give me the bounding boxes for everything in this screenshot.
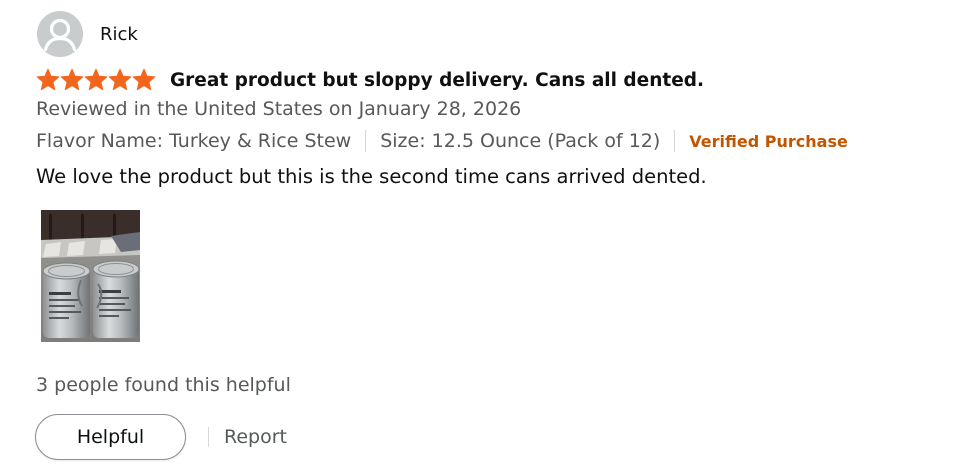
- star-icon: [132, 68, 156, 91]
- review-title-row: Great product but sloppy delivery. Cans …: [36, 67, 704, 93]
- size-value: Size: 12.5 Ounce (Pack of 12): [380, 130, 661, 152]
- format-separator: [674, 130, 676, 152]
- review-image-thumbnail[interactable]: [41, 210, 140, 342]
- reviewer-profile[interactable]: Rick: [37, 11, 138, 57]
- verified-purchase-badge: Verified Purchase: [689, 131, 848, 151]
- review-body: We love the product but this is the seco…: [36, 165, 707, 188]
- helpful-count: 3 people found this helpful: [36, 374, 291, 396]
- reviewer-name[interactable]: Rick: [100, 24, 138, 45]
- review-title[interactable]: Great product but sloppy delivery. Cans …: [170, 70, 704, 91]
- format-separator: [365, 130, 367, 152]
- star-icon: [36, 68, 60, 91]
- action-separator: [208, 427, 209, 447]
- review-actions: Helpful Report: [35, 414, 287, 460]
- avatar[interactable]: [37, 11, 83, 57]
- review-date: Reviewed in the United States on January…: [36, 98, 522, 120]
- star-icon: [84, 68, 108, 91]
- dented-cans-photo: [41, 210, 140, 342]
- report-link[interactable]: Report: [224, 426, 287, 448]
- star-icon: [108, 68, 132, 91]
- default-user-avatar-icon: [37, 11, 83, 57]
- star-icon: [60, 68, 84, 91]
- star-rating[interactable]: [36, 67, 156, 93]
- customer-review: Rick Great product but sloppy delivery. …: [0, 0, 972, 468]
- flavor-name[interactable]: Flavor Name: Turkey & Rice Stew: [36, 130, 351, 152]
- product-format-row: Flavor Name: Turkey & Rice Stew Size: 12…: [36, 128, 848, 154]
- helpful-button[interactable]: Helpful: [35, 414, 186, 460]
